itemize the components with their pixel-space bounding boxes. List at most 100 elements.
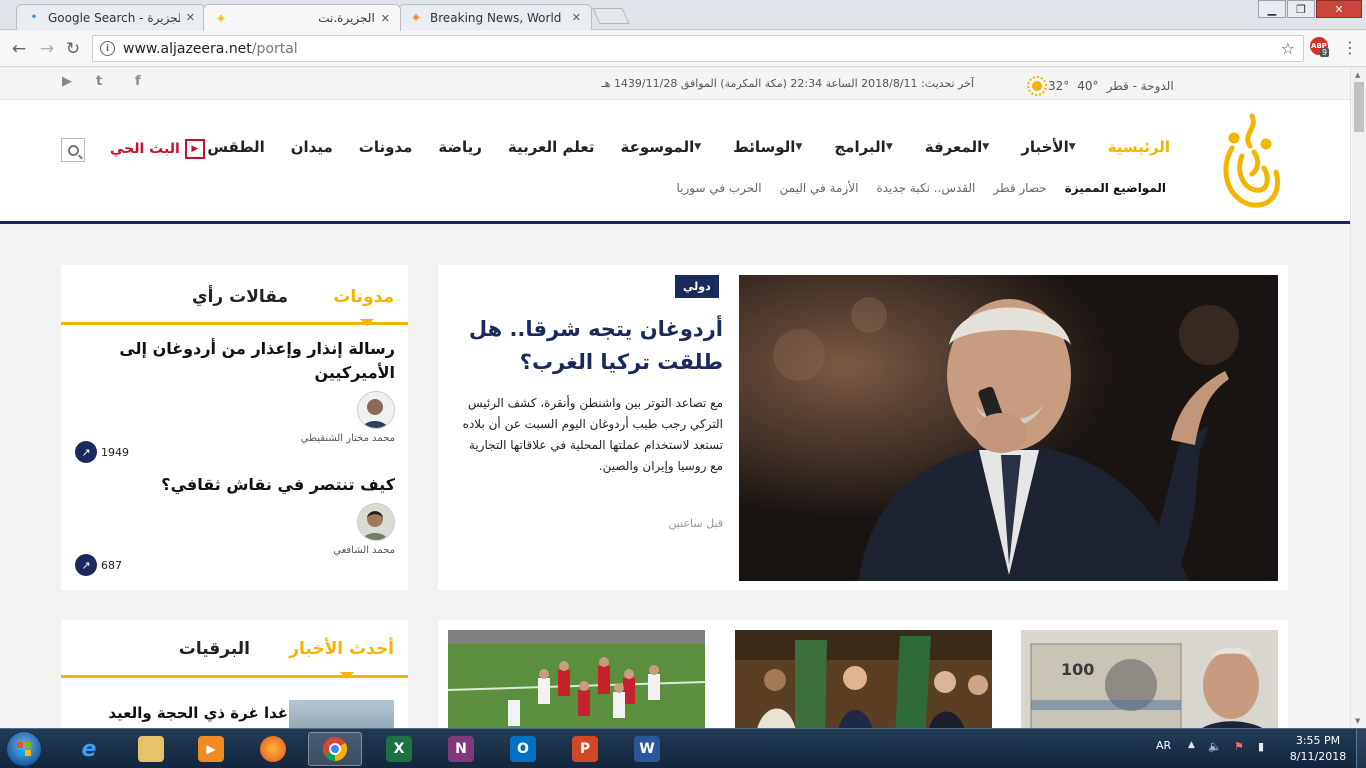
latest-news-thumbnail[interactable] [289,700,394,728]
active-tab-indicator [360,319,374,326]
windows-taskbar: e ▶ X N O P W AR ▲ 🔈 ⚑ ▮ 3:55 PM 8/11/20… [0,728,1366,768]
tab-close-icon[interactable]: ✕ [186,11,195,24]
action-center-icon[interactable]: ⚑ [1234,740,1244,753]
tab-close-icon[interactable]: ✕ [572,11,581,24]
featured-story-title[interactable]: أردوغان يتجه شرقا.. هل طلقت تركيا الغرب؟ [458,313,723,379]
author-name[interactable]: محمد الشافعي [75,545,395,556]
latest-news-headline[interactable]: غدا غرة ذي الحجة والعيد [108,704,288,722]
trend-stat: ↗ 687 [75,554,122,576]
taskbar-clock[interactable]: 3:55 PM 8/11/2018 [1286,733,1350,765]
taskbar-internet-explorer[interactable]: e [62,732,116,766]
aljazeera-favicon-icon: ◈ [217,12,225,24]
tab-telegrams[interactable]: البرقيات [179,639,250,659]
story-thumbnail-currency[interactable]: 100 [1021,630,1278,728]
nav-sports[interactable]: رياضة [438,138,482,156]
nav-news[interactable]: الأخبار ▼ [1021,138,1081,156]
network-icon[interactable]: ▮ [1258,740,1264,753]
address-bar[interactable]: i www.aljazeera.net/portal ☆ [92,35,1304,62]
author-avatar [357,503,395,541]
taskbar-onenote[interactable]: N [434,732,488,766]
scroll-down-icon[interactable]: ▼ [1355,717,1360,725]
tab-breaking-news[interactable]: ◈ Breaking News, World Ne ✕ [398,4,592,30]
taskbar-firefox[interactable] [246,732,300,766]
story-thumbnail-football[interactable] [448,630,705,728]
topic-link[interactable]: الحرب في سوريا [676,181,761,195]
site-info-icon[interactable]: i [100,41,115,56]
latest-tabs: أحدث الأخبار البرقيات [61,620,408,679]
firefox-icon [260,736,286,762]
page-scrollbar[interactable]: ▲ ▼ [1350,68,1366,728]
volume-icon[interactable]: 🔈 [1208,740,1222,753]
nav-programs[interactable]: البرامج ▼ [834,138,898,156]
window-controls: ▁ ❐ ✕ [1257,0,1362,18]
scroll-up-icon[interactable]: ▲ [1355,71,1360,79]
minimize-icon[interactable]: ▁ [1258,0,1286,18]
featured-topics-bar: المواضيع المميزة حصار قطر القدس.. نكبة ج… [600,181,1166,195]
browser-toolbar: ← → ↻ i www.aljazeera.net/portal ☆ ABP 9… [0,31,1366,67]
nav-media[interactable]: الوسائط ▼ [733,138,808,156]
forward-icon[interactable]: → [36,38,58,60]
nav-midan[interactable]: ميدان [291,138,333,156]
taskbar-outlook[interactable]: O [496,732,550,766]
onenote-icon: N [448,736,474,762]
blog-title[interactable]: كيف تنتصر في نقاش ثقافي؟ [75,473,395,497]
aljazeera-logo-icon[interactable] [1212,108,1286,214]
nav-label: المعرفة [924,138,983,156]
tab-google-search[interactable]: • Google Search - الجزيرة ✕ [16,4,206,30]
search-button[interactable] [61,138,85,162]
taskbar-chrome[interactable] [308,732,362,766]
show-desktop-button[interactable] [1356,729,1366,768]
bookmark-star-icon[interactable]: ☆ [1281,39,1295,58]
tab-opinion[interactable]: مقالات رأي [192,287,288,307]
trending-icon: ↗ [75,554,97,576]
blog-title[interactable]: رسالة إنذار وإعذار من أردوغان إلى الأمير… [75,337,395,385]
chevron-down-icon: ▼ [982,142,990,152]
latest-news-box: أحدث الأخبار البرقيات غدا غرة ذي الحجة و… [61,620,408,728]
tab-blogs[interactable]: مدونات [333,287,394,307]
tab-latest-news[interactable]: أحدث الأخبار [289,639,394,659]
reload-icon[interactable]: ↻ [62,38,84,60]
nav-knowledge[interactable]: المعرفة ▼ [925,138,995,156]
blog-article[interactable]: كيف تنتصر في نقاش ثقافي؟ محمد الشافعي ↗ … [75,473,395,583]
topic-link[interactable]: القدس.. نكبة جديدة [876,181,975,195]
scrollbar-thumb[interactable] [1354,82,1364,132]
blog-article[interactable]: رسالة إنذار وإعذار من أردوغان إلى الأمير… [75,337,395,463]
url-host: www.aljazeera.net [123,40,252,57]
weather-widget[interactable]: الدوحة - قطر 40° 32° [1018,75,1174,97]
tab-aljazeera[interactable]: ◈ الجزيرة.نت ✕ [203,4,401,31]
tab-close-icon[interactable]: ✕ [381,12,390,25]
topic-link[interactable]: الأزمة في اليمن [780,181,859,195]
language-indicator[interactable]: AR [1156,739,1171,752]
close-window-icon[interactable]: ✕ [1316,0,1362,18]
nav-weather[interactable]: الطقس [207,138,264,156]
restore-icon[interactable]: ❐ [1287,0,1315,18]
live-label: البث الحي [110,141,180,157]
start-button[interactable] [6,731,42,767]
nav-learn-arabic[interactable]: تعلم العربية [508,138,595,156]
topic-link[interactable]: حصار قطر [993,181,1046,195]
chrome-menu-icon[interactable]: ⋮ [1342,38,1358,57]
back-icon[interactable]: ← [8,38,30,60]
facebook-icon[interactable]: f [135,74,141,89]
nav-blogs[interactable]: مدونات [359,138,413,156]
new-tab-button[interactable] [592,8,630,24]
youtube-icon[interactable]: ▶ [62,74,72,89]
taskbar-file-explorer[interactable] [124,732,178,766]
live-stream-link[interactable]: البث الحي ▶ [110,139,205,159]
chevron-down-icon: ▼ [795,142,803,152]
taskbar-media-player[interactable]: ▶ [184,732,238,766]
views-count: 687 [101,558,122,572]
category-badge[interactable]: دولي [675,275,719,298]
nav-label: الوسائط [733,138,796,156]
show-hidden-icons-icon[interactable]: ▲ [1188,740,1195,750]
excel-icon: X [386,736,412,762]
story-thumbnail-politics[interactable] [734,630,992,728]
taskbar-word[interactable]: W [620,732,674,766]
twitter-icon[interactable]: t [96,74,102,89]
featured-story-image[interactable] [739,275,1278,581]
taskbar-excel[interactable]: X [372,732,426,766]
nav-home[interactable]: الرئيسية [1108,138,1170,156]
nav-encyclopedia[interactable]: الموسوعة ▼ [621,138,708,156]
taskbar-powerpoint[interactable]: P [558,732,612,766]
chevron-down-icon: ▼ [885,142,893,152]
